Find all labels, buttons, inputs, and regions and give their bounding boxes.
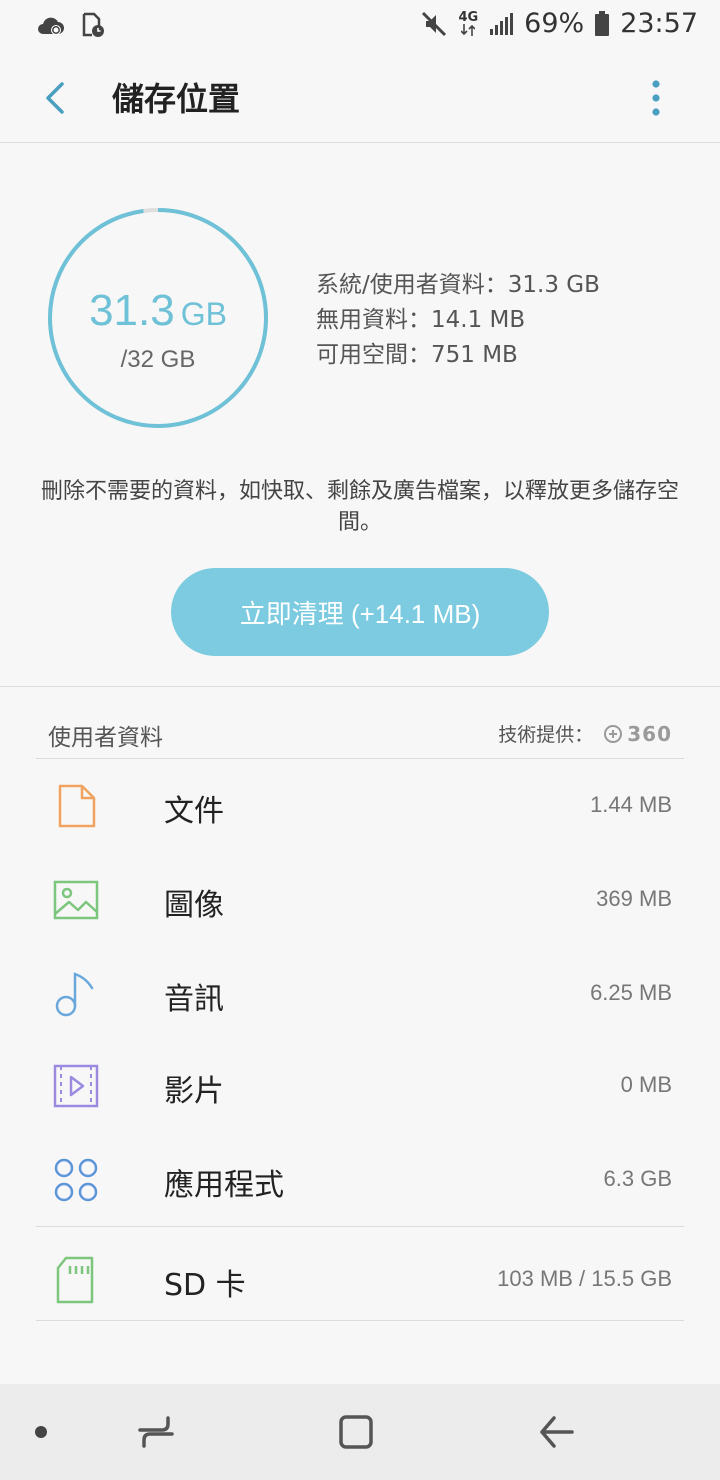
storage-used: 31.3 GB [46,286,270,336]
360-logo: 360 [603,722,672,746]
list-item-size: 1.44 MB [590,792,672,817]
nav-dot-icon[interactable] [35,1426,47,1438]
storage-stats: 系統/使用者資料：31.3 GB 無用資料：14.1 MB 可用空間：751 M… [316,268,600,373]
network-type: 4G [458,10,479,25]
header-divider [0,142,720,143]
list-item-label: 圖像 [164,888,224,923]
user-data-heading: 使用者資料 [48,725,163,751]
back-arrow-icon[interactable] [36,76,76,120]
nav-back-icon[interactable] [536,1412,576,1452]
list-item-size: 0 MB [620,1072,672,1097]
list-item-label: SD 卡 [164,1268,246,1303]
list-item-size: 6.3 GB [603,1166,672,1191]
list-item-label: 文件 [164,794,224,829]
home-icon[interactable] [336,1412,376,1452]
storage-total: /32 GB [120,346,196,373]
image-icon [53,880,99,920]
app-bar: 儲存位置 [0,52,720,142]
clean-description: 刪除不需要的資料，如快取、剩餘及廣告檔案，以釋放更多儲存空間。 [40,479,679,535]
list-divider [36,1320,684,1321]
more-options-icon[interactable] [640,76,672,120]
battery-icon [595,10,610,36]
provider-credit: 技術提供： 360 [498,720,672,747]
status-bar: 4G 69% 23:57 [0,0,720,52]
page-title: 儲存位置 [112,80,241,118]
list-item-audio[interactable]: 音訊 6.25 MB [0,948,720,1040]
list-item-videos[interactable]: 影片 0 MB [0,1040,720,1132]
signal-icon [490,12,514,35]
file-clock-icon [82,12,104,37]
list-item-size: 103 MB / 15.5 GB [497,1266,672,1291]
storage-used-value: 31.3 [89,286,175,335]
list-item-sd-card[interactable]: SD 卡 103 MB / 15.5 GB [0,1234,720,1326]
music-icon [55,972,94,1017]
stat-system-user-data: 系統/使用者資料：31.3 GB [316,272,600,298]
list-item-apps[interactable]: 應用程式 6.3 GB [0,1134,720,1226]
cloud-sync-icon [38,17,64,35]
section-divider [0,686,720,687]
stat-junk-data: 無用資料：14.1 MB [316,307,526,333]
list-item-size: 369 MB [596,886,672,911]
network-indicator: 4G [458,11,478,36]
video-icon [53,1064,99,1108]
sd-card-icon [56,1256,94,1304]
list-divider [36,1226,684,1227]
recent-apps-icon[interactable] [136,1412,176,1452]
clock: 23:57 [620,8,698,39]
storage-used-unit: GB [180,296,227,332]
apps-icon [54,1158,98,1202]
list-divider [36,758,684,759]
list-item-label: 影片 [164,1074,224,1109]
360-logo-icon [604,724,623,743]
data-arrows-icon [461,24,476,36]
provider-label: 技術提供： [498,724,594,746]
list-item-documents[interactable]: 文件 1.44 MB [0,760,720,852]
clean-now-button[interactable]: 立即清理 (+14.1 MB) [171,568,549,656]
list-item-images[interactable]: 圖像 369 MB [0,854,720,946]
battery-percent: 69% [524,8,585,39]
stat-available-space: 可用空間：751 MB [316,342,518,368]
mute-icon [422,11,447,36]
list-item-label: 音訊 [164,982,224,1017]
list-item-label: 應用程式 [164,1168,284,1203]
navigation-bar [0,1384,720,1480]
document-icon [58,784,96,828]
list-item-size: 6.25 MB [590,980,672,1005]
360-logo-text: 360 [627,721,672,746]
